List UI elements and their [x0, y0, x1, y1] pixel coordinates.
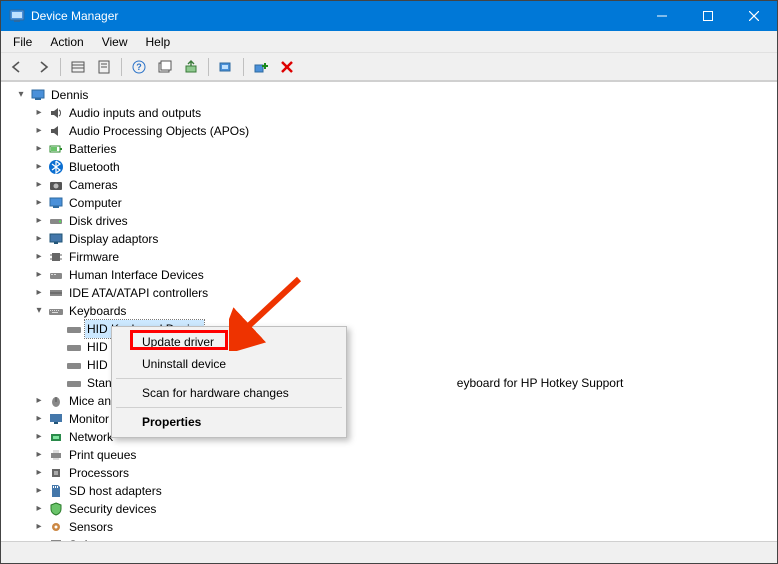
cat-firmware[interactable]: ▸Firmware [3, 248, 775, 266]
chevron-right-icon[interactable]: ▸ [33, 413, 45, 425]
help-button[interactable]: ? [127, 56, 151, 78]
menu-bar: File Action View Help [1, 31, 777, 53]
back-button[interactable] [5, 56, 29, 78]
keyboard-icon [66, 321, 82, 337]
chevron-right-icon[interactable]: ▸ [33, 395, 45, 407]
cat-audio-io[interactable]: ▸Audio inputs and outputs [3, 104, 775, 122]
sdcard-icon [48, 483, 64, 499]
chevron-right-icon[interactable]: ▸ [33, 143, 45, 155]
speaker-icon [48, 105, 64, 121]
chevron-right-icon[interactable]: ▸ [33, 107, 45, 119]
action-button[interactable] [153, 56, 177, 78]
camera-icon [48, 177, 64, 193]
cat-disk[interactable]: ▸Disk drives [3, 212, 775, 230]
disk-icon [48, 213, 64, 229]
device-tree-pane[interactable]: ▾ Dennis ▸Audio inputs and outputs ▸Audi… [1, 81, 777, 541]
cat-cameras[interactable]: ▸Cameras [3, 176, 775, 194]
chevron-down-icon[interactable]: ▾ [15, 89, 27, 101]
chevron-right-icon[interactable]: ▸ [33, 215, 45, 227]
chevron-right-icon[interactable]: ▸ [33, 197, 45, 209]
cat-processors[interactable]: ▸Processors [3, 464, 775, 482]
keyboard-icon [66, 357, 82, 373]
menu-file[interactable]: File [5, 33, 40, 51]
pc-icon [48, 195, 64, 211]
cat-keyboards[interactable]: ▾Keyboards [3, 302, 775, 320]
status-bar [1, 541, 777, 563]
window-title: Device Manager [31, 9, 118, 23]
chevron-right-icon[interactable]: ▸ [33, 467, 45, 479]
cat-hid[interactable]: ▸Human Interface Devices [3, 266, 775, 284]
battery-icon [48, 141, 64, 157]
minimize-button[interactable] [639, 1, 685, 31]
cat-bluetooth[interactable]: ▸Bluetooth [3, 158, 775, 176]
chevron-right-icon[interactable]: ▸ [33, 503, 45, 515]
keyboard-icon [66, 375, 82, 391]
ctx-update-driver[interactable]: Update driver [114, 331, 344, 353]
chevron-right-icon[interactable]: ▸ [33, 269, 45, 281]
show-hide-tree-button[interactable] [66, 56, 90, 78]
hid-icon [48, 267, 64, 283]
maximize-button[interactable] [685, 1, 731, 31]
keyboard-icon [66, 339, 82, 355]
cat-ide[interactable]: ▸IDE ATA/ATAPI controllers [3, 284, 775, 302]
chevron-right-icon[interactable]: ▸ [33, 449, 45, 461]
chevron-down-icon[interactable]: ▾ [33, 305, 45, 317]
cat-printq[interactable]: ▸Print queues [3, 446, 775, 464]
svg-text:?: ? [136, 62, 142, 72]
update-driver-button[interactable] [179, 56, 203, 78]
chevron-right-icon[interactable]: ▸ [33, 431, 45, 443]
ctx-scan[interactable]: Scan for hardware changes [114, 382, 344, 404]
printer-icon [48, 447, 64, 463]
ctx-separator [116, 407, 342, 408]
context-menu: Update driver Uninstall device Scan for … [111, 326, 347, 438]
add-legacy-button[interactable] [249, 56, 273, 78]
toolbar: ? [1, 53, 777, 81]
device-partial-label: eyboard for HP Hotkey Support [457, 374, 624, 392]
ctx-properties[interactable]: Properties [114, 411, 344, 433]
uninstall-button[interactable] [275, 56, 299, 78]
display-icon [48, 231, 64, 247]
tree-root[interactable]: ▾ Dennis [3, 86, 775, 104]
shield-icon [48, 501, 64, 517]
app-icon [9, 8, 25, 24]
cat-sdhost[interactable]: ▸SD host adapters [3, 482, 775, 500]
ctx-uninstall[interactable]: Uninstall device [114, 353, 344, 375]
cat-display[interactable]: ▸Display adaptors [3, 230, 775, 248]
menu-action[interactable]: Action [42, 33, 91, 51]
mouse-icon [48, 393, 64, 409]
chevron-right-icon[interactable]: ▸ [33, 521, 45, 533]
sensor-icon [48, 519, 64, 535]
monitor-icon [48, 411, 64, 427]
window-controls [639, 1, 777, 31]
chevron-right-icon[interactable]: ▸ [33, 251, 45, 263]
properties-button[interactable] [92, 56, 116, 78]
cat-apo[interactable]: ▸Audio Processing Objects (APOs) [3, 122, 775, 140]
cat-computer[interactable]: ▸Computer [3, 194, 775, 212]
menu-view[interactable]: View [94, 33, 136, 51]
ctx-separator [116, 378, 342, 379]
chevron-right-icon[interactable]: ▸ [33, 179, 45, 191]
chevron-right-icon[interactable]: ▸ [33, 287, 45, 299]
chevron-right-icon[interactable]: ▸ [33, 125, 45, 137]
scan-hardware-button[interactable] [214, 56, 238, 78]
title-bar: Device Manager [1, 1, 777, 31]
network-icon [48, 429, 64, 445]
close-button[interactable] [731, 1, 777, 31]
cpu-icon [48, 465, 64, 481]
forward-button[interactable] [31, 56, 55, 78]
bluetooth-icon [48, 159, 64, 175]
cat-security[interactable]: ▸Security devices [3, 500, 775, 518]
menu-help[interactable]: Help [138, 33, 179, 51]
ide-icon [48, 285, 64, 301]
chevron-right-icon[interactable]: ▸ [33, 161, 45, 173]
speaker-icon [48, 123, 64, 139]
cat-sensors[interactable]: ▸Sensors [3, 518, 775, 536]
chevron-right-icon[interactable]: ▸ [33, 233, 45, 245]
chevron-right-icon[interactable]: ▸ [33, 485, 45, 497]
root-label: Dennis [49, 86, 90, 104]
computer-icon [30, 87, 46, 103]
chip-icon [48, 249, 64, 265]
keyboard-icon [48, 303, 64, 319]
cat-batteries[interactable]: ▸Batteries [3, 140, 775, 158]
